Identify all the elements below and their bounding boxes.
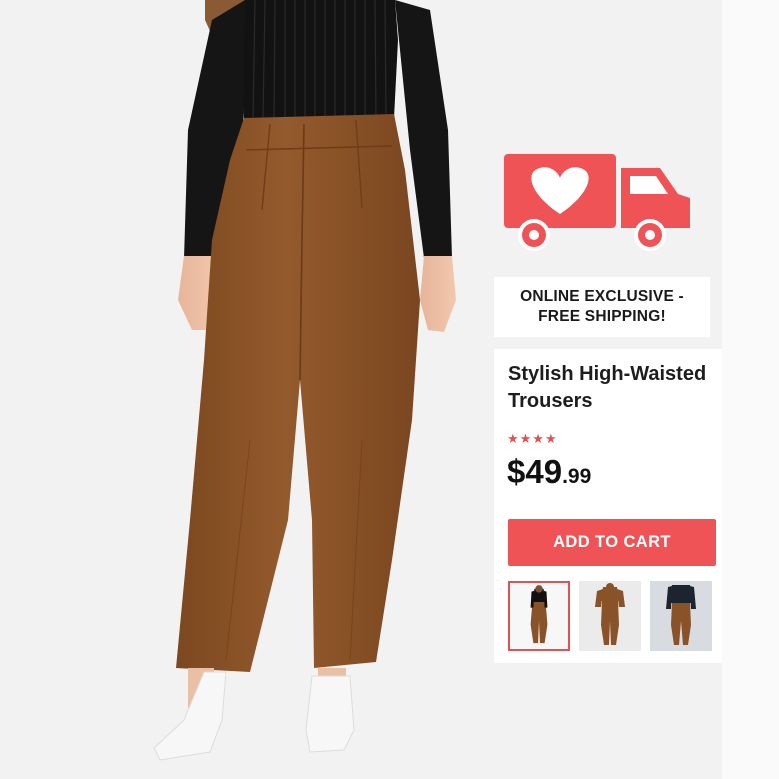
- product-price: $49.99: [507, 453, 591, 491]
- price-dollars: $49: [507, 453, 563, 490]
- product-title: Stylish High-Waisted Trousers: [508, 363, 707, 412]
- thumbnail-back-image: [579, 581, 641, 651]
- shipping-banner-line1: ONLINE EXCLUSIVE -: [520, 288, 684, 305]
- heart-truck-icon: [504, 154, 690, 251]
- shipping-banner-line2: FREE SHIPPING!: [538, 308, 666, 325]
- thumbnail-front-image: [510, 583, 568, 649]
- shipping-banner: ONLINE EXCLUSIVE - FREE SHIPPING!: [494, 277, 710, 337]
- thumbnail-back-alt[interactable]: [650, 581, 712, 651]
- thumbnail-back-alt-image: [650, 581, 712, 651]
- thumbnail-gallery: [508, 581, 712, 651]
- add-to-cart-button[interactable]: ADD TO CART: [508, 519, 716, 566]
- product-card: Stylish High-Waisted Trousers ★★★★ $49.9…: [494, 349, 722, 663]
- thumbnail-front[interactable]: [508, 581, 570, 651]
- page-margin: [722, 0, 779, 779]
- thumbnail-back[interactable]: [579, 581, 641, 651]
- rating-stars: ★★★★: [507, 431, 558, 446]
- product-page: ONLINE EXCLUSIVE - FREE SHIPPING! Stylis…: [0, 0, 779, 779]
- price-cents: .99: [562, 465, 592, 488]
